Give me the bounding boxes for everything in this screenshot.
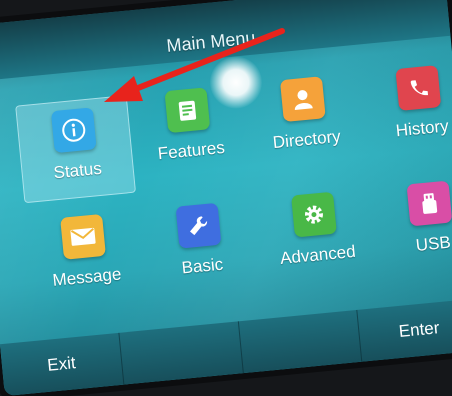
arrow-icon <box>104 28 285 102</box>
